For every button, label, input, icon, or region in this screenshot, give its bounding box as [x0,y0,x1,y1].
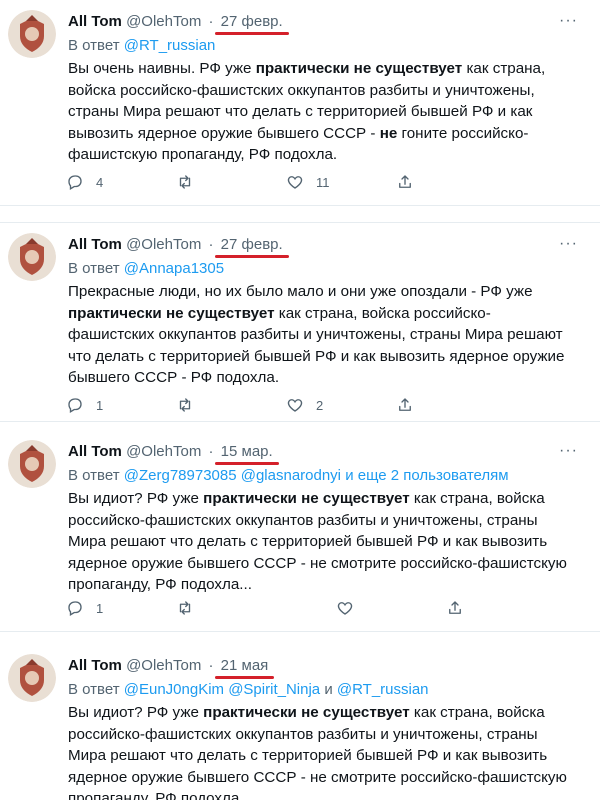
retweet-button[interactable] [176,598,206,618]
tweet-text: Вы идиот? РФ уже практически не существу… [68,702,568,800]
reply-button[interactable]: 1 [66,395,103,415]
tweet-text: Вы очень наивны. РФ уже практически не с… [68,58,568,166]
tweet-header: All Tom @OlehTom · 27 февр. [68,235,283,255]
user-handle[interactable]: @OlehTom [126,443,201,460]
share-icon [399,175,411,188]
reply-count: 1 [96,600,104,616]
like-count: 2 [316,397,324,413]
reply-to-line: В ответ @EunJ0ngKim @Spirit_Ninja и @RT_… [68,680,429,700]
more-options-icon[interactable]: ··· [559,442,578,460]
bold-segment: практически не существует [203,704,410,721]
reply-icon [68,601,82,616]
reply-button[interactable]: 1 [66,598,103,618]
retweet-button[interactable] [176,172,206,192]
reply-to-line: В ответ @RT_russian [68,36,215,56]
reply-icon [68,175,82,190]
tweet-header: All Tom @OlehTom · 21 мая [68,656,268,676]
bold-segment: практически не существует [255,60,463,77]
separator: · [208,657,214,674]
text-segment: Вы идиот? РФ уже [68,490,204,507]
avatar[interactable] [8,233,56,281]
tweet-date[interactable]: 21 мая [221,657,269,674]
user-handle[interactable]: @OlehTom [126,236,201,253]
tweet-date[interactable]: 15 мар. [221,443,273,460]
action-bar: 1 [66,598,516,618]
share-button[interactable] [446,598,464,618]
mention-joiner: и [324,681,333,698]
heart-icon [337,602,353,615]
mention-link[interactable]: @RT_russian [337,681,429,698]
mention-link[interactable]: @Zerg78973085 [124,467,237,484]
crest-icon [8,654,56,702]
crest-icon [8,10,56,58]
timeline: All Tom @OlehTom · 27 февр. ··· В ответ … [0,0,600,800]
text-segment: Вы идиот? РФ уже [68,704,204,721]
retweet-button[interactable] [176,395,206,415]
crest-icon [8,233,56,281]
reply-prefix: В ответ [68,681,120,698]
reply-prefix: В ответ [68,467,120,484]
mention-link[interactable]: @Spirit_Ninja [228,681,320,698]
tweet-date[interactable]: 27 февр. [221,236,283,253]
share-icon [449,601,461,614]
mention-link[interactable]: @glasnarodnyi [241,467,341,484]
bold-segment: практически не существует [68,304,275,322]
reply-to-line: В ответ @Annapa1305 [68,259,224,279]
others-link[interactable]: и еще 2 пользователям [345,467,508,484]
crest-icon [8,440,56,488]
mention-link[interactable]: @RT_russian [124,37,216,54]
reply-prefix: В ответ [68,37,120,54]
mention-link[interactable]: @Annapa1305 [124,260,224,277]
reply-to-line: В ответ @Zerg78973085 @glasnarodnyi и ещ… [68,466,509,486]
heart-icon [287,176,303,189]
tweet[interactable]: All Tom @OlehTom · 27 февр. ··· В ответ … [0,222,600,422]
separator: · [208,13,214,30]
share-button[interactable] [396,395,414,415]
tweet-text: Прекрасные люди, но их было мало и они у… [68,281,568,389]
reply-prefix: В ответ [68,260,120,277]
tweet-header: All Tom @OlehTom · 15 мар. [68,442,273,462]
tweet[interactable]: All Tom @OlehTom · 21 мая В ответ @EunJ0… [0,644,600,800]
display-name[interactable]: All Tom [68,443,122,460]
reply-count: 4 [96,174,104,190]
text-segment: Вы очень наивны. РФ уже [68,60,256,77]
reply-count: 1 [96,397,104,413]
tweet[interactable]: All Tom @OlehTom · 15 мар. ··· В ответ @… [0,430,600,632]
bold-segment: практически не существует [203,490,410,507]
display-name[interactable]: All Tom [68,657,122,674]
heart-icon [287,399,303,412]
share-icon [399,398,411,411]
avatar[interactable] [8,440,56,488]
mention-link[interactable]: @EunJ0ngKim [124,681,224,698]
like-button[interactable]: 2 [286,395,323,415]
action-bar: 1 2 [66,395,516,415]
like-button[interactable] [336,598,366,618]
user-handle[interactable]: @OlehTom [126,657,201,674]
reply-button[interactable]: 4 [66,172,103,192]
reply-icon [68,398,82,413]
tweet-header: All Tom @OlehTom · 27 февр. [68,12,283,32]
tweet-date[interactable]: 27 февр. [221,13,283,30]
tweet[interactable]: All Tom @OlehTom · 27 февр. ··· В ответ … [0,0,600,206]
more-options-icon[interactable]: ··· [559,12,578,30]
display-name[interactable]: All Tom [68,13,122,30]
display-name[interactable]: All Tom [68,236,122,253]
tweet-text: Вы идиот? РФ уже практически не существу… [68,488,568,596]
like-button[interactable]: 11 [286,172,330,192]
more-options-icon[interactable]: ··· [559,235,578,253]
text-segment: Прекрасные люди, но их было мало и они у… [68,283,533,300]
share-button[interactable] [396,172,414,192]
separator: · [208,443,214,460]
like-count: 11 [316,174,330,190]
separator: · [208,236,214,253]
bold-segment: не [379,124,398,142]
action-bar: 4 11 [66,172,516,192]
avatar[interactable] [8,654,56,702]
retweet-icon [179,601,191,615]
retweet-icon [179,398,191,412]
avatar[interactable] [8,10,56,58]
user-handle[interactable]: @OlehTom [126,13,201,30]
retweet-icon [179,175,191,189]
